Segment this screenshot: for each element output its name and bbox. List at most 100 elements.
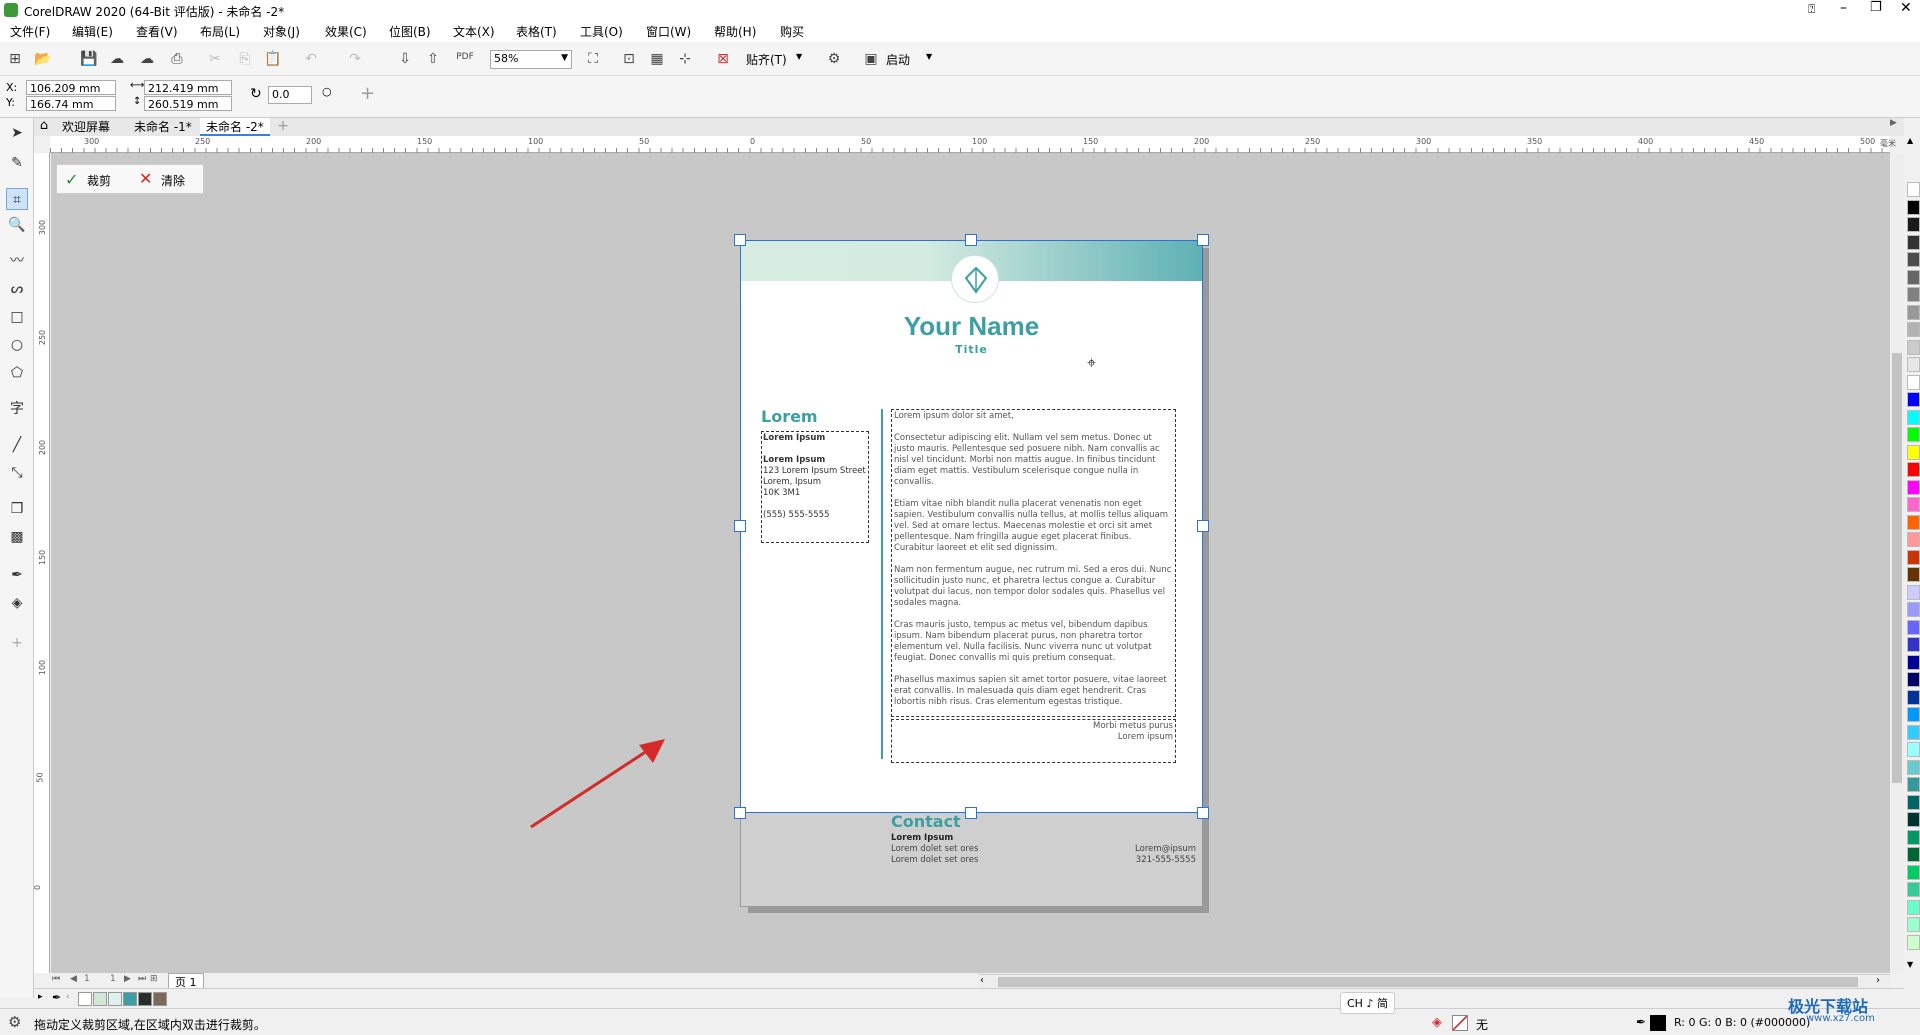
redo-icon[interactable]: ↷ (346, 50, 364, 68)
menu-buy[interactable]: 购买 (780, 23, 804, 40)
width-field[interactable]: 212.419 mm (144, 80, 232, 95)
palette-swatch[interactable] (1907, 287, 1920, 302)
palette-swatch[interactable] (1907, 514, 1920, 530)
add-icon[interactable]: + (360, 83, 375, 104)
palette-swatch[interactable] (1907, 759, 1920, 775)
palette-swatch[interactable] (1907, 339, 1920, 355)
crop-handle-right[interactable] (1197, 520, 1209, 532)
crop-handle-top-left[interactable] (734, 234, 746, 246)
vertical-ruler[interactable]: 300 250 200 150 100 50 0 (33, 153, 50, 973)
palette-scroll-down-icon[interactable]: ▼ (1907, 960, 1913, 969)
export-icon[interactable]: ⇧ (424, 50, 442, 68)
snap-to-menu[interactable]: 贴齐(T) (746, 51, 787, 68)
home-icon[interactable]: ⌂ (34, 118, 54, 136)
tab-untitled-2[interactable]: 未命名 -2* (200, 118, 270, 136)
undo-icon[interactable]: ↶ (302, 50, 320, 68)
palette-swatch[interactable] (1907, 374, 1920, 390)
menu-object[interactable]: 对象(J) (263, 23, 300, 40)
document-palette-swatch[interactable] (93, 992, 107, 1006)
palette-swatch[interactable] (1907, 934, 1920, 950)
cloud-download-icon[interactable]: ☁ (108, 50, 126, 68)
height-field[interactable]: 260.519 mm (144, 96, 232, 111)
chevron-down-icon[interactable]: ▼ (926, 52, 932, 61)
artistic-media-icon[interactable]: ᔕ (6, 278, 28, 300)
document-palette-swatch[interactable] (123, 992, 137, 1006)
connector-tool-icon[interactable]: ⤡ (6, 462, 28, 484)
menu-tools[interactable]: 工具(O) (580, 23, 623, 40)
palette-swatch[interactable] (1907, 742, 1920, 757)
palette-swatch[interactable] (1907, 497, 1920, 512)
eyedropper-icon[interactable]: ✒ (52, 991, 61, 1004)
signature-frame[interactable]: Morbi metus purus Lorem ipsum (891, 719, 1176, 763)
paste-icon[interactable]: 📋 (264, 50, 282, 68)
vertical-scroll-thumb[interactable] (1892, 353, 1902, 783)
palette-swatch[interactable] (1907, 462, 1920, 477)
palette-swatch[interactable] (1907, 357, 1920, 372)
crop-tool-icon[interactable]: ⌗ (6, 188, 28, 210)
show-rulers-icon[interactable]: ⊡ (620, 50, 638, 68)
vertical-scrollbar[interactable] (1890, 153, 1904, 973)
ime-indicator[interactable]: CH ♪ 简 (1340, 992, 1395, 1014)
prev-page-icon[interactable]: ◀ (70, 974, 77, 984)
zoom-level-select[interactable]: 58% ▼ (490, 50, 572, 69)
crop-handle-bottom-right[interactable] (1197, 807, 1209, 819)
close-button[interactable]: ✕ (1900, 0, 1912, 16)
palette-swatch[interactable] (1907, 549, 1920, 565)
palette-swatch[interactable] (1907, 637, 1920, 652)
first-page-icon[interactable]: ⏮ (52, 974, 60, 984)
options-gear-icon[interactable]: ⚙ (825, 50, 843, 68)
document-palette-swatch[interactable] (108, 992, 122, 1006)
crop-handle-top-right[interactable] (1197, 234, 1209, 246)
left-text-frame[interactable]: Lorem Ipsum Lorem Ipsum 123 Lorem Ipsum … (761, 431, 869, 543)
palette-swatch[interactable] (1907, 532, 1920, 547)
crop-clear-button[interactable]: 清除 (161, 172, 185, 189)
eyedropper-icon[interactable]: ✒ (6, 564, 28, 586)
palette-swatch[interactable] (1907, 234, 1920, 250)
last-page-icon[interactable]: ⏭ (138, 974, 146, 984)
next-page-icon[interactable]: ▶ (124, 974, 131, 984)
new-tab-icon[interactable]: + (274, 118, 292, 136)
document-palette-swatch[interactable] (138, 992, 152, 1006)
crop-handle-bottom-left[interactable] (734, 807, 746, 819)
palette-swatch[interactable] (1907, 269, 1920, 285)
show-grid-icon[interactable]: ▦ (648, 50, 666, 68)
restore-button[interactable]: ❐ (1870, 0, 1882, 15)
palette-swatch[interactable] (1907, 479, 1920, 495)
palette-swatch[interactable] (1907, 567, 1920, 582)
palette-swatch[interactable] (1907, 689, 1920, 705)
save-icon[interactable]: 💾 (80, 50, 98, 68)
palette-swatch[interactable] (1907, 724, 1920, 740)
palette-swatch[interactable] (1907, 707, 1920, 722)
dimension-tool-icon[interactable]: ╱ (6, 434, 28, 456)
palette-swatch[interactable] (1907, 427, 1920, 442)
copy-icon[interactable]: ⎘ (236, 50, 254, 68)
palette-swatch[interactable] (1907, 899, 1920, 915)
chevron-down-icon[interactable]: ▼ (796, 52, 802, 61)
drop-shadow-icon[interactable]: ❒ (6, 498, 28, 520)
new-document-icon[interactable]: ⊞ (6, 50, 24, 68)
palette-swatch[interactable] (1907, 322, 1920, 337)
help-icon[interactable]: ⍰ (1808, 2, 1815, 17)
tab-untitled-1[interactable]: 未命名 -1* (128, 118, 198, 136)
cloud-upload-icon[interactable]: ☁ (138, 50, 156, 68)
outline-pen-icon[interactable]: ✒ (1636, 1015, 1646, 1029)
add-page-icon[interactable]: ⊞ (150, 974, 158, 984)
palette-swatch[interactable] (1907, 304, 1920, 320)
tab-scroll-icon[interactable]: ▶ (1890, 118, 1904, 136)
palette-swatch[interactable] (1907, 199, 1920, 215)
palette-swatch[interactable] (1907, 619, 1920, 635)
menu-edit[interactable]: 编辑(E) (72, 23, 113, 40)
document-palette-swatch[interactable] (78, 992, 92, 1006)
scroll-left-icon[interactable]: ‹ (980, 975, 984, 986)
document-palette-swatch[interactable] (153, 992, 167, 1006)
zoom-tool-icon[interactable]: 🔍 (6, 214, 28, 236)
scroll-right-icon[interactable]: › (1876, 975, 1880, 986)
palette-swatch[interactable] (1907, 444, 1920, 460)
palette-swatch[interactable] (1907, 882, 1920, 897)
palette-expand-icon[interactable]: ▸ (38, 992, 43, 1002)
palette-swatch[interactable] (1907, 602, 1920, 617)
ellipse-tool-icon[interactable]: ○ (6, 334, 28, 356)
palette-swatch[interactable] (1907, 217, 1920, 232)
pick-tool-icon[interactable]: ➤ (6, 122, 28, 144)
horizontal-ruler[interactable]: 300 250 200 150 100 50 0 50 100 150 200 … (50, 136, 1890, 153)
